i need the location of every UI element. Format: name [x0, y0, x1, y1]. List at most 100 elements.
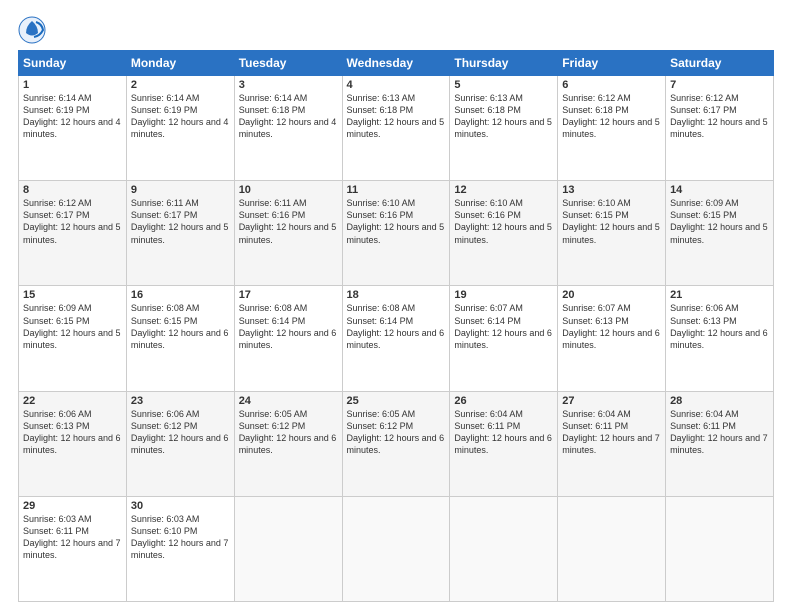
day-number: 30: [131, 500, 230, 512]
calendar-table: Sunday Monday Tuesday Wednesday Thursday…: [18, 50, 774, 602]
day-info: Sunrise: 6:05 AM Sunset: 6:12 PM Dayligh…: [239, 408, 338, 457]
calendar-cell: [342, 496, 450, 601]
calendar-cell: 18 Sunrise: 6:08 AM Sunset: 6:14 PM Dayl…: [342, 286, 450, 391]
calendar-cell: [450, 496, 558, 601]
calendar-header-row: Sunday Monday Tuesday Wednesday Thursday…: [19, 51, 774, 76]
day-number: 29: [23, 500, 122, 512]
calendar-cell: 22 Sunrise: 6:06 AM Sunset: 6:13 PM Dayl…: [19, 391, 127, 496]
calendar-cell: 4 Sunrise: 6:13 AM Sunset: 6:18 PM Dayli…: [342, 76, 450, 181]
day-number: 18: [347, 289, 446, 301]
day-number: 24: [239, 395, 338, 407]
day-number: 2: [131, 79, 230, 91]
day-info: Sunrise: 6:07 AM Sunset: 6:13 PM Dayligh…: [562, 302, 661, 351]
day-info: Sunrise: 6:07 AM Sunset: 6:14 PM Dayligh…: [454, 302, 553, 351]
day-info: Sunrise: 6:03 AM Sunset: 6:10 PM Dayligh…: [131, 513, 230, 562]
day-number: 19: [454, 289, 553, 301]
day-info: Sunrise: 6:06 AM Sunset: 6:13 PM Dayligh…: [23, 408, 122, 457]
day-info: Sunrise: 6:04 AM Sunset: 6:11 PM Dayligh…: [562, 408, 661, 457]
calendar-cell: 23 Sunrise: 6:06 AM Sunset: 6:12 PM Dayl…: [126, 391, 234, 496]
day-info: Sunrise: 6:06 AM Sunset: 6:13 PM Dayligh…: [670, 302, 769, 351]
day-info: Sunrise: 6:03 AM Sunset: 6:11 PM Dayligh…: [23, 513, 122, 562]
calendar-cell: 30 Sunrise: 6:03 AM Sunset: 6:10 PM Dayl…: [126, 496, 234, 601]
day-number: 16: [131, 289, 230, 301]
day-number: 22: [23, 395, 122, 407]
day-number: 15: [23, 289, 122, 301]
calendar-cell: 12 Sunrise: 6:10 AM Sunset: 6:16 PM Dayl…: [450, 181, 558, 286]
day-number: 28: [670, 395, 769, 407]
day-info: Sunrise: 6:13 AM Sunset: 6:18 PM Dayligh…: [347, 92, 446, 141]
col-wednesday: Wednesday: [342, 51, 450, 76]
day-number: 17: [239, 289, 338, 301]
day-number: 12: [454, 184, 553, 196]
calendar-cell: 14 Sunrise: 6:09 AM Sunset: 6:15 PM Dayl…: [666, 181, 774, 286]
logo: [18, 16, 50, 44]
day-number: 21: [670, 289, 769, 301]
day-info: Sunrise: 6:12 AM Sunset: 6:17 PM Dayligh…: [23, 197, 122, 246]
calendar-cell: 7 Sunrise: 6:12 AM Sunset: 6:17 PM Dayli…: [666, 76, 774, 181]
day-info: Sunrise: 6:11 AM Sunset: 6:17 PM Dayligh…: [131, 197, 230, 246]
calendar-week-5: 29 Sunrise: 6:03 AM Sunset: 6:11 PM Dayl…: [19, 496, 774, 601]
day-info: Sunrise: 6:09 AM Sunset: 6:15 PM Dayligh…: [23, 302, 122, 351]
day-info: Sunrise: 6:04 AM Sunset: 6:11 PM Dayligh…: [670, 408, 769, 457]
day-number: 10: [239, 184, 338, 196]
day-number: 27: [562, 395, 661, 407]
calendar-cell: 21 Sunrise: 6:06 AM Sunset: 6:13 PM Dayl…: [666, 286, 774, 391]
day-info: Sunrise: 6:12 AM Sunset: 6:18 PM Dayligh…: [562, 92, 661, 141]
day-number: 25: [347, 395, 446, 407]
calendar-cell: 11 Sunrise: 6:10 AM Sunset: 6:16 PM Dayl…: [342, 181, 450, 286]
calendar-cell: 19 Sunrise: 6:07 AM Sunset: 6:14 PM Dayl…: [450, 286, 558, 391]
day-info: Sunrise: 6:04 AM Sunset: 6:11 PM Dayligh…: [454, 408, 553, 457]
calendar-cell: 6 Sunrise: 6:12 AM Sunset: 6:18 PM Dayli…: [558, 76, 666, 181]
calendar-cell: 10 Sunrise: 6:11 AM Sunset: 6:16 PM Dayl…: [234, 181, 342, 286]
day-number: 9: [131, 184, 230, 196]
calendar-cell: [558, 496, 666, 601]
day-info: Sunrise: 6:06 AM Sunset: 6:12 PM Dayligh…: [131, 408, 230, 457]
calendar-cell: 16 Sunrise: 6:08 AM Sunset: 6:15 PM Dayl…: [126, 286, 234, 391]
calendar-week-1: 1 Sunrise: 6:14 AM Sunset: 6:19 PM Dayli…: [19, 76, 774, 181]
day-info: Sunrise: 6:12 AM Sunset: 6:17 PM Dayligh…: [670, 92, 769, 141]
col-sunday: Sunday: [19, 51, 127, 76]
day-number: 4: [347, 79, 446, 91]
calendar-cell: [666, 496, 774, 601]
day-info: Sunrise: 6:14 AM Sunset: 6:19 PM Dayligh…: [131, 92, 230, 141]
day-info: Sunrise: 6:10 AM Sunset: 6:15 PM Dayligh…: [562, 197, 661, 246]
calendar-cell: 25 Sunrise: 6:05 AM Sunset: 6:12 PM Dayl…: [342, 391, 450, 496]
calendar-week-3: 15 Sunrise: 6:09 AM Sunset: 6:15 PM Dayl…: [19, 286, 774, 391]
day-number: 7: [670, 79, 769, 91]
day-info: Sunrise: 6:14 AM Sunset: 6:18 PM Dayligh…: [239, 92, 338, 141]
calendar-cell: [234, 496, 342, 601]
calendar-week-2: 8 Sunrise: 6:12 AM Sunset: 6:17 PM Dayli…: [19, 181, 774, 286]
day-info: Sunrise: 6:10 AM Sunset: 6:16 PM Dayligh…: [347, 197, 446, 246]
header: [18, 16, 774, 44]
day-number: 20: [562, 289, 661, 301]
calendar-week-4: 22 Sunrise: 6:06 AM Sunset: 6:13 PM Dayl…: [19, 391, 774, 496]
day-info: Sunrise: 6:05 AM Sunset: 6:12 PM Dayligh…: [347, 408, 446, 457]
calendar-cell: 13 Sunrise: 6:10 AM Sunset: 6:15 PM Dayl…: [558, 181, 666, 286]
day-number: 1: [23, 79, 122, 91]
calendar-cell: 2 Sunrise: 6:14 AM Sunset: 6:19 PM Dayli…: [126, 76, 234, 181]
day-number: 3: [239, 79, 338, 91]
col-saturday: Saturday: [666, 51, 774, 76]
calendar-cell: 1 Sunrise: 6:14 AM Sunset: 6:19 PM Dayli…: [19, 76, 127, 181]
day-number: 26: [454, 395, 553, 407]
col-monday: Monday: [126, 51, 234, 76]
day-info: Sunrise: 6:09 AM Sunset: 6:15 PM Dayligh…: [670, 197, 769, 246]
day-number: 23: [131, 395, 230, 407]
calendar-cell: 27 Sunrise: 6:04 AM Sunset: 6:11 PM Dayl…: [558, 391, 666, 496]
day-number: 6: [562, 79, 661, 91]
calendar-cell: 20 Sunrise: 6:07 AM Sunset: 6:13 PM Dayl…: [558, 286, 666, 391]
calendar-cell: 26 Sunrise: 6:04 AM Sunset: 6:11 PM Dayl…: [450, 391, 558, 496]
day-number: 8: [23, 184, 122, 196]
day-info: Sunrise: 6:14 AM Sunset: 6:19 PM Dayligh…: [23, 92, 122, 141]
day-number: 13: [562, 184, 661, 196]
calendar-page: Sunday Monday Tuesday Wednesday Thursday…: [0, 0, 792, 612]
day-info: Sunrise: 6:11 AM Sunset: 6:16 PM Dayligh…: [239, 197, 338, 246]
col-friday: Friday: [558, 51, 666, 76]
day-number: 5: [454, 79, 553, 91]
day-info: Sunrise: 6:08 AM Sunset: 6:14 PM Dayligh…: [239, 302, 338, 351]
calendar-cell: 24 Sunrise: 6:05 AM Sunset: 6:12 PM Dayl…: [234, 391, 342, 496]
col-thursday: Thursday: [450, 51, 558, 76]
calendar-cell: 17 Sunrise: 6:08 AM Sunset: 6:14 PM Dayl…: [234, 286, 342, 391]
calendar-cell: 3 Sunrise: 6:14 AM Sunset: 6:18 PM Dayli…: [234, 76, 342, 181]
calendar-cell: 15 Sunrise: 6:09 AM Sunset: 6:15 PM Dayl…: [19, 286, 127, 391]
